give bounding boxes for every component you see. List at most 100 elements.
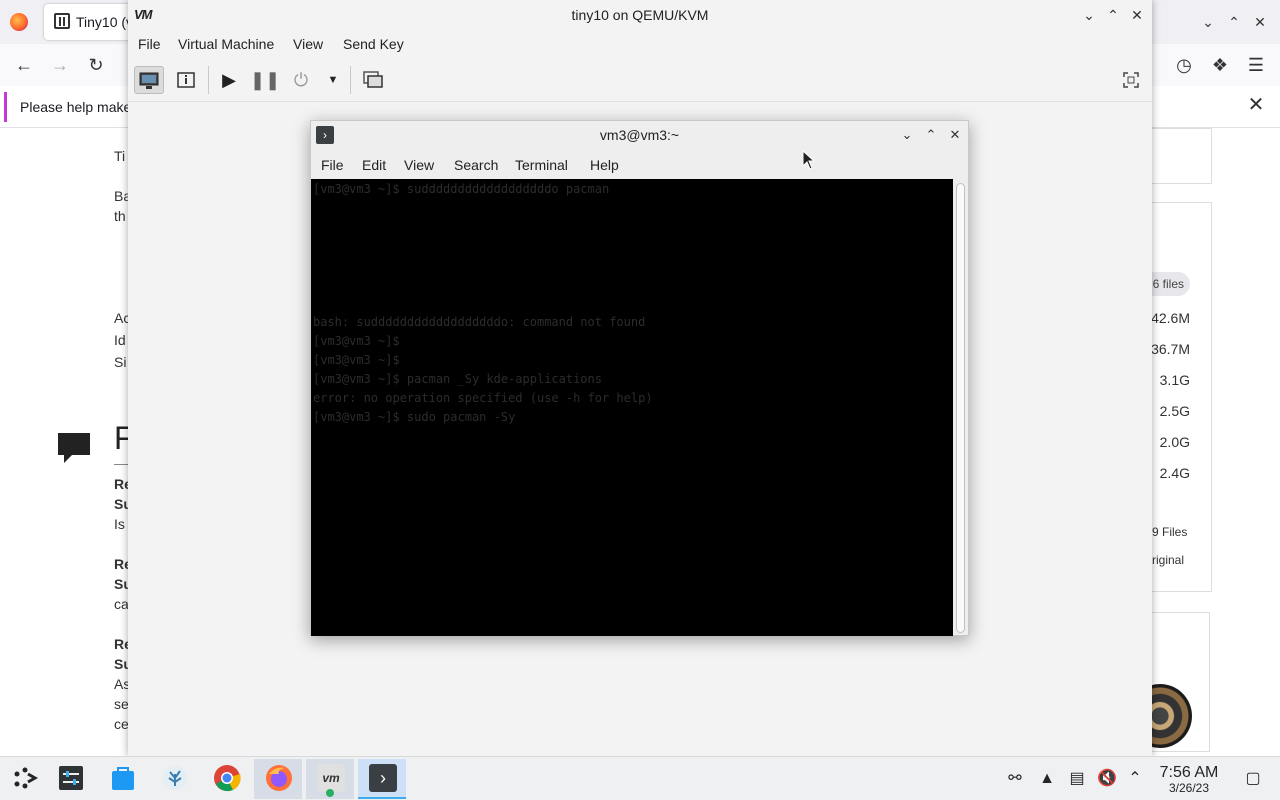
comment-body: ce [114, 716, 129, 732]
gear-image [1150, 684, 1192, 748]
terminal-scrollbar[interactable] [956, 183, 965, 633]
toolbar-separator [208, 66, 209, 94]
file-size: 3.1G [1159, 372, 1190, 388]
divider [114, 464, 128, 465]
snapshots-button[interactable] [358, 66, 388, 94]
file-size: 36.7M [1151, 341, 1190, 357]
terminal-menubar: File Edit View Search Terminal Help [311, 149, 968, 179]
menu-view[interactable]: View [404, 157, 434, 173]
comment-body: ca [114, 596, 129, 612]
back-arrow-icon[interactable]: ← [12, 54, 36, 78]
monitor-icon [139, 72, 159, 89]
vm-toolbar: ▶ ❚❚ ⏻ ▼ [128, 58, 1152, 102]
chrome-icon [214, 765, 241, 792]
snapshots-icon [363, 71, 383, 88]
notification-accent [4, 92, 7, 122]
extensions-icon[interactable]: ❖ [1208, 54, 1232, 78]
forward-arrow-icon[interactable]: → [48, 54, 72, 78]
page-text: th [114, 208, 126, 224]
file-size: 2.5G [1159, 403, 1190, 419]
close-icon[interactable]: ✕ [1250, 12, 1270, 32]
taskbar: vm › ⚯ ▲ ▤ 🔇 ⌃ 7:56 AM 3/26/23 ▢ [0, 756, 1280, 800]
terminal-line: [vm3@vm3 ~]$ [313, 334, 400, 348]
taskbar-discover[interactable] [98, 759, 146, 799]
terminal-line: [vm3@vm3 ~]$ sudo pacman -Sy [313, 410, 516, 424]
taskbar-settings[interactable] [46, 759, 94, 799]
comment-body: Is [114, 516, 125, 532]
terminal-output[interactable]: [vm3@vm3 ~]$ suddddddddddddddddddo pacma… [311, 179, 953, 636]
vm-titlebar: VM tiny10 on QEMU/KVM ⌄ ⌃ ✕ [128, 0, 1152, 30]
menu-terminal[interactable]: Terminal [515, 157, 568, 173]
notification-close-icon[interactable]: ✕ [1246, 95, 1266, 115]
info-icon [177, 72, 195, 88]
hamburger-menu-icon[interactable]: ☰ [1244, 54, 1268, 78]
sidebar-card [1150, 128, 1212, 184]
menu-file[interactable]: File [321, 157, 344, 173]
shutdown-button[interactable]: ⏻ [286, 66, 316, 94]
minimize-icon[interactable]: ⌄ [1198, 12, 1218, 32]
taskbar-app[interactable] [150, 759, 198, 799]
menu-edit[interactable]: Edit [362, 157, 386, 173]
terminal-title: vm3@vm3:~ [599, 127, 680, 143]
console-view-button[interactable] [134, 66, 164, 94]
menu-view[interactable]: View [293, 36, 323, 52]
network-icon[interactable]: ⚯ [1004, 768, 1026, 790]
menu-help[interactable]: Help [590, 157, 619, 173]
menu-send-key[interactable]: Send Key [343, 36, 404, 52]
vm-window-title: tiny10 on QEMU/KVM [571, 7, 709, 23]
terminal-titlebar[interactable]: › vm3@vm3:~ ⌄ ⌃ ✕ [311, 121, 968, 149]
updates-icon[interactable]: ▲ [1036, 768, 1058, 790]
firefox-icon [266, 765, 292, 791]
firefox-tab-title: Tiny10 (v [76, 14, 134, 30]
pause-button[interactable]: ❚❚ [250, 66, 280, 94]
menu-search[interactable]: Search [454, 157, 498, 173]
close-icon[interactable]: ✕ [944, 124, 966, 146]
page-text: Id [114, 332, 126, 348]
files-link[interactable]: 9 Files [1152, 525, 1187, 539]
terminal-line: [vm3@vm3 ~]$ [313, 353, 400, 367]
fullscreen-icon [1123, 72, 1139, 88]
new-badge-icon [326, 789, 334, 797]
toolbar-separator [350, 66, 351, 94]
maximize-icon[interactable]: ⌃ [920, 124, 942, 146]
page-text: Si [114, 354, 127, 370]
show-desktop-icon[interactable]: ▢ [1242, 768, 1264, 790]
museum-icon [54, 13, 70, 29]
comment-icon [58, 433, 90, 463]
taskbar-chrome[interactable] [202, 759, 250, 799]
clock-time[interactable]: 7:56 AM [1154, 764, 1224, 782]
maximize-icon[interactable]: ⌃ [1224, 12, 1244, 32]
maximize-icon[interactable]: ⌃ [1102, 4, 1124, 26]
shutdown-dropdown-icon[interactable]: ▼ [318, 66, 348, 94]
terminal-line: [vm3@vm3 ~]$ suddddddddddddddddddo pacma… [313, 182, 610, 196]
clock-date[interactable]: 3/26/23 [1154, 781, 1224, 795]
application-launcher-button[interactable] [0, 759, 48, 799]
menu-file[interactable]: File [138, 36, 161, 52]
account-icon[interactable]: ◷ [1172, 54, 1196, 78]
reload-icon[interactable]: ↻ [84, 54, 108, 78]
taskbar-firefox[interactable] [254, 759, 302, 799]
minimize-icon[interactable]: ⌄ [896, 124, 918, 146]
files-count-badge: 6 files [1150, 272, 1190, 296]
file-size: 2.4G [1159, 465, 1190, 481]
system-settings-icon [59, 766, 83, 790]
firefox-logo-icon [10, 13, 28, 31]
close-icon[interactable]: ✕ [1126, 4, 1148, 26]
minimize-icon[interactable]: ⌄ [1078, 4, 1100, 26]
mouse-cursor-icon [802, 150, 816, 170]
clipboard-icon[interactable]: ▤ [1066, 768, 1088, 790]
taskbar-terminal[interactable]: › [358, 759, 406, 799]
volume-muted-icon[interactable]: 🔇 [1096, 768, 1118, 790]
fullscreen-button[interactable] [1116, 66, 1146, 94]
original-link[interactable]: riginal [1152, 553, 1184, 567]
virt-manager-icon: vm [317, 764, 345, 792]
terminal-line: error: no operation specified (use -h fo… [313, 391, 653, 405]
chevron-up-icon[interactable]: ⌃ [1124, 768, 1146, 790]
file-size: 42.6M [1151, 310, 1190, 326]
launcher-icon [14, 767, 39, 789]
taskbar-virt-manager[interactable]: vm [306, 759, 354, 799]
terminal-icon: › [369, 764, 397, 792]
run-button[interactable]: ▶ [214, 66, 244, 94]
menu-virtual-machine[interactable]: Virtual Machine [178, 36, 274, 52]
details-view-button[interactable] [171, 66, 201, 94]
